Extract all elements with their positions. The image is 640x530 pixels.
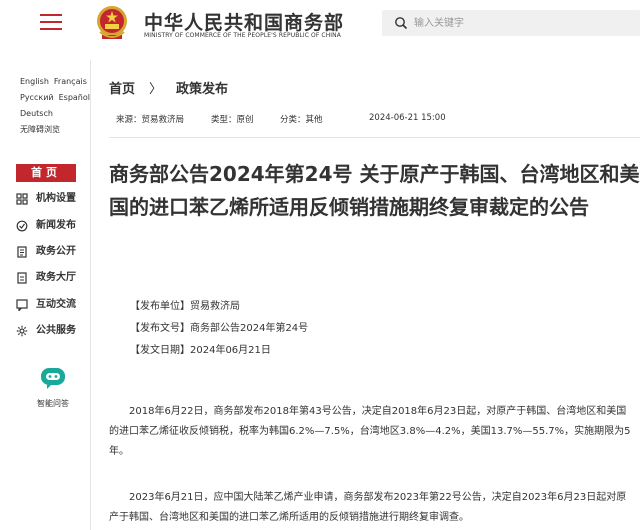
- sidebar-item-label: 新闻发布: [36, 220, 76, 231]
- info-date: 【发文日期】2024年06月21日: [130, 345, 271, 356]
- lang-russian[interactable]: Русский: [20, 93, 54, 102]
- search-box: [382, 10, 640, 36]
- chat-icon: [16, 299, 28, 311]
- sidebar-item-service[interactable]: 公共服务: [16, 321, 90, 341]
- hall-icon: [17, 272, 27, 284]
- breadcrumb-current[interactable]: 政策发布: [176, 82, 228, 97]
- site-subtitle: MINISTRY OF COMMERCE OF THE PEOPLE'S REP…: [144, 32, 341, 39]
- meta-date: 2024-06-21 15:00: [369, 113, 446, 123]
- meta-divider: [109, 137, 640, 138]
- sidebar: English Français Русский Español Deutsch 无…: [0, 60, 90, 530]
- meta-type: 类型：原创: [211, 115, 254, 125]
- accessibility-link[interactable]: 无障碍浏览: [20, 125, 60, 134]
- info-doc-number: 【发布文号】商务部公告2024年第24号: [130, 323, 309, 334]
- site-title[interactable]: 中华人民共和国商务部: [144, 8, 344, 35]
- sidebar-item-label: 公共服务: [36, 325, 76, 336]
- article-paragraph: 2023年6月21日，应中国大陆苯乙烯产业申请，商务部发布2023年第22号公告…: [109, 492, 627, 523]
- lang-french[interactable]: Français: [54, 77, 87, 86]
- smart-qa-button[interactable]: 智能问答: [32, 366, 74, 409]
- lang-english[interactable]: English: [20, 77, 49, 86]
- sidebar-item-chat[interactable]: 互动交流: [16, 295, 90, 315]
- service-icon: [16, 325, 28, 337]
- sidebar-item-label: 政务公开: [36, 246, 76, 257]
- lang-spanish[interactable]: Español: [59, 93, 90, 102]
- national-emblem-icon: [97, 6, 127, 39]
- site-header: 中华人民共和国商务部 MINISTRY OF COMMERCE OF THE P…: [0, 0, 640, 46]
- search-icon[interactable]: [394, 16, 408, 30]
- search-input[interactable]: [414, 14, 634, 32]
- info-issuer: 【发布单位】贸易救济局: [130, 301, 240, 312]
- breadcrumb: 首页〉政策发布: [109, 78, 228, 97]
- menu-icon[interactable]: [40, 14, 62, 30]
- public-icon: [17, 246, 27, 258]
- sidebar-item-hall[interactable]: 政务大厅: [16, 268, 90, 288]
- meta-source: 来源：贸易救济局: [116, 115, 185, 125]
- article-info: 【发布单位】贸易救济局 【发布文号】商务部公告2024年第24号 【发文日期】2…: [130, 296, 308, 362]
- lang-german[interactable]: Deutsch: [20, 109, 53, 118]
- sidebar-item-label: 互动交流: [36, 299, 76, 310]
- sidebar-home-button[interactable]: 首页: [16, 164, 76, 182]
- sidebar-item-label: 政务大厅: [36, 272, 76, 283]
- sidebar-item-org[interactable]: 机构设置: [16, 189, 90, 209]
- breadcrumb-home[interactable]: 首页: [109, 82, 135, 97]
- article-title: 商务部公告2024年第24号 关于原产于韩国、台湾地区和美国的进口苯乙烯所适用反…: [109, 162, 640, 219]
- meta-category: 分类：其他: [280, 115, 323, 125]
- sidebar-divider: [90, 60, 91, 530]
- sidebar-item-news[interactable]: 新闻发布: [16, 216, 90, 236]
- article-paragraph: 2018年6月22日，商务部发布2018年第43号公告，决定自2018年6月23…: [109, 406, 631, 457]
- smart-qa-label: 智能问答: [37, 399, 69, 408]
- robot-chat-icon: [41, 368, 65, 389]
- chevron-right-icon: 〉: [149, 82, 163, 97]
- org-icon: [16, 193, 28, 205]
- sidebar-item-label: 机构设置: [36, 193, 76, 204]
- language-switcher: English Français Русский Español Deutsch 无…: [20, 74, 90, 138]
- sidebar-item-public[interactable]: 政务公开: [16, 242, 90, 262]
- news-icon: [16, 220, 28, 232]
